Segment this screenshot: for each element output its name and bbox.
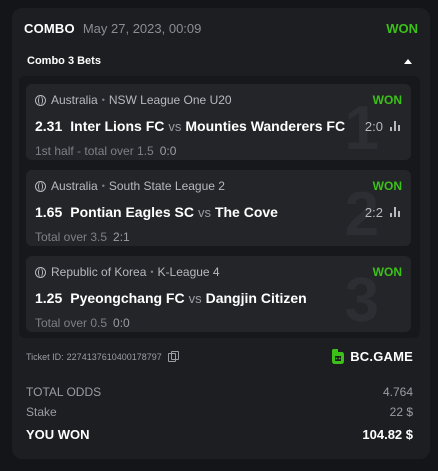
brand-name: BC.GAME: [350, 349, 413, 364]
leg-item: 1 Australia • NSW League One U20 WON 2.3…: [26, 84, 411, 160]
leg-league-row: Australia • South State League 2 WON: [35, 179, 402, 193]
globe-icon: [35, 94, 46, 106]
leg-match-row: 1.25 Pyeongchang FC vs Dangjin Citizen: [35, 290, 402, 306]
bet-date: May 27, 2023, 00:09: [82, 20, 202, 36]
leg-market: Total over 3.5: [35, 230, 108, 244]
leg-market-result: 2:1: [113, 230, 130, 244]
leg-league: NSW League One U20: [108, 93, 232, 107]
leg-vs: vs: [168, 118, 182, 134]
dot-separator-icon: •: [101, 95, 105, 105]
leg-home-team[interactable]: Pontian Eagles SC: [70, 204, 194, 220]
leg-league-row: Republic of Korea • K-League 4 WON: [35, 265, 402, 279]
leg-country: Republic of Korea: [51, 265, 147, 279]
stats-icon[interactable]: [390, 207, 402, 217]
ticket-id-value: 2274137610400178797: [66, 352, 162, 362]
leg-away-team[interactable]: Dangjin Citizen: [206, 290, 307, 306]
globe-icon: [35, 180, 46, 192]
leg-score: 2:2: [364, 204, 383, 220]
combo-toggle[interactable]: Combo 3 Bets: [19, 49, 420, 73]
combo-label: Combo 3 Bets: [27, 55, 101, 67]
leg-status-badge: WON: [372, 265, 402, 279]
leg-market-row: Total over 0.5 0:0: [35, 316, 130, 330]
leg-league-row: Australia • NSW League One U20 WON: [35, 93, 402, 107]
leg-away-team[interactable]: Mounties Wanderers FC: [185, 118, 345, 134]
leg-league: South State League 2: [108, 179, 225, 193]
leg-match-row: 1.65 Pontian Eagles SC vs The Cove 2:2: [35, 204, 402, 220]
leg-league: K-League 4: [157, 265, 220, 279]
leg-vs: vs: [188, 290, 202, 306]
leg-away-team[interactable]: The Cove: [215, 204, 278, 220]
bc-game-logo-icon: [331, 348, 345, 365]
payout-label: YOU WON: [26, 426, 90, 442]
leg-score: 2:0: [364, 118, 383, 134]
stats-icon[interactable]: [390, 121, 402, 131]
payout-row: YOU WON 104.82 $: [26, 424, 413, 444]
leg-market: Total over 0.5: [35, 316, 108, 330]
leg-status-badge: WON: [372, 93, 402, 107]
bet-header: COMBO May 27, 2023, 00:09 WON: [24, 18, 418, 38]
leg-home-team[interactable]: Inter Lions FC: [70, 118, 164, 134]
ticket-id: Ticket ID: 2274137610400178797: [26, 350, 179, 362]
stake-row: Stake 22 $: [26, 402, 413, 422]
leg-item: 3 Republic of Korea • K-League 4 WON 1.2…: [26, 256, 411, 332]
dot-separator-icon: •: [150, 267, 154, 277]
leg-match-row: 2.31 Inter Lions FC vs Mounties Wanderer…: [35, 118, 402, 134]
leg-odds: 2.31: [35, 118, 63, 134]
leg-item: 2 Australia • South State League 2 WON 1…: [26, 170, 411, 246]
total-odds-row: TOTAL ODDS 4.764: [26, 384, 413, 400]
totals: TOTAL ODDS 4.764 Stake 22 $ YOU WON 104.…: [26, 384, 413, 444]
ticket-id-label: Ticket ID:: [26, 352, 64, 362]
payout-value: 104.82 $: [362, 426, 413, 442]
leg-market-result: 0:0: [113, 316, 130, 330]
bet-type: COMBO: [24, 20, 75, 36]
leg-vs: vs: [197, 204, 211, 220]
total-odds-value: 4.764: [382, 385, 413, 399]
chevron-up-icon[interactable]: [404, 58, 412, 64]
legs-list: 1 Australia • NSW League One U20 WON 2.3…: [19, 76, 420, 338]
leg-country: Australia: [51, 93, 98, 107]
leg-market-result: 0:0: [159, 144, 177, 158]
stake-label: Stake: [26, 405, 57, 419]
dot-separator-icon: •: [101, 181, 105, 191]
total-odds-label: TOTAL ODDS: [26, 385, 102, 399]
leg-market-row: 1st half - total over 1.5 0:0: [35, 144, 176, 158]
leg-market-row: Total over 3.5 2:1: [35, 230, 130, 244]
leg-odds: 1.25: [35, 290, 63, 306]
globe-icon: [35, 266, 46, 278]
leg-country: Australia: [51, 179, 98, 193]
copy-icon[interactable]: [167, 350, 179, 362]
leg-odds: 1.65: [35, 204, 63, 220]
stake-value: 22 $: [389, 405, 413, 419]
leg-market: 1st half - total over 1.5: [35, 144, 154, 158]
bet-status-badge: WON: [386, 20, 418, 36]
leg-status-badge: WON: [372, 179, 402, 193]
leg-home-team[interactable]: Pyeongchang FC: [70, 290, 184, 306]
brand-logo: BC.GAME: [331, 348, 413, 365]
